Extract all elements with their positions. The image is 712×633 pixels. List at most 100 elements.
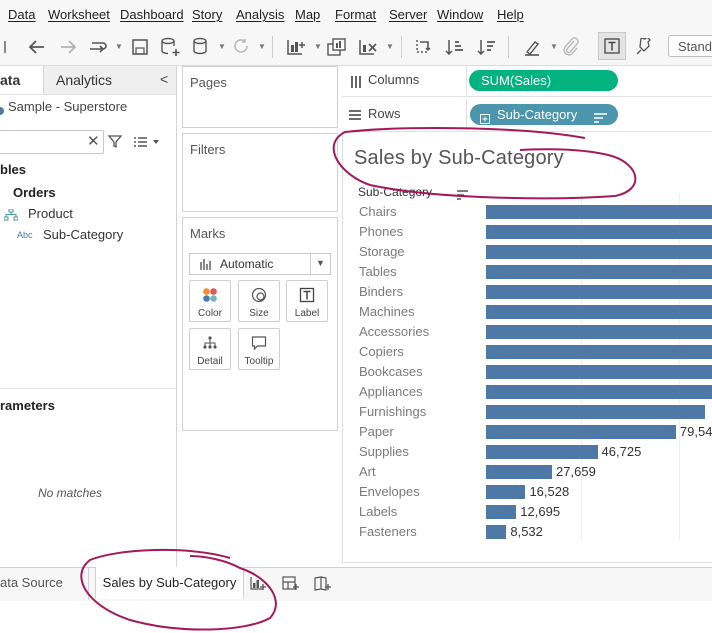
sort-descending-icon[interactable]: [474, 28, 500, 65]
bar-mark[interactable]: [486, 405, 705, 419]
bar-mark[interactable]: [486, 485, 526, 499]
tab-data[interactable]: ata: [0, 66, 44, 94]
chevron-down-icon[interactable]: ▼: [386, 42, 394, 51]
bar-mark[interactable]: [486, 365, 712, 379]
new-dashboard-icon[interactable]: [282, 576, 300, 597]
bar-mark[interactable]: [486, 345, 712, 359]
category-label[interactable]: Chairs: [359, 204, 397, 219]
expand-icon[interactable]: [480, 109, 490, 130]
field-sub-category[interactable]: Sub-Category: [43, 227, 123, 242]
new-data-source-icon[interactable]: [158, 28, 184, 65]
bar-mark[interactable]: [486, 445, 598, 459]
bar-mark[interactable]: [486, 245, 712, 259]
menu-worksheet[interactable]: Worksheet: [48, 7, 110, 22]
new-worksheet-icon[interactable]: [283, 28, 309, 65]
detail-button[interactable]: Detail: [189, 328, 231, 370]
view-options-icon[interactable]: [133, 135, 161, 153]
category-label[interactable]: Machines: [359, 304, 415, 319]
view-title[interactable]: Sales by Sub-Category: [354, 147, 564, 170]
bar-mark[interactable]: [486, 465, 553, 479]
category-label[interactable]: Phones: [359, 224, 403, 239]
chevron-down-icon[interactable]: ▼: [258, 42, 266, 51]
save-icon[interactable]: [128, 28, 152, 65]
category-label[interactable]: Bookcases: [359, 364, 423, 379]
group-members-icon[interactable]: [558, 28, 584, 65]
bar-mark[interactable]: [486, 205, 712, 219]
pin-axis-icon[interactable]: [632, 28, 656, 65]
filters-card[interactable]: Filters: [182, 133, 338, 212]
bar-mark[interactable]: [486, 505, 517, 519]
menu-server[interactable]: Server: [389, 7, 427, 22]
category-label[interactable]: Copiers: [359, 344, 404, 359]
category-label[interactable]: Storage: [359, 244, 405, 259]
chevron-down-icon[interactable]: ▼: [314, 42, 322, 51]
size-button[interactable]: Size: [238, 280, 280, 322]
label-button[interactable]: Label: [286, 280, 328, 322]
color-button[interactable]: Color: [189, 280, 231, 322]
tab-analytics[interactable]: Analytics: [44, 66, 176, 94]
category-label[interactable]: Fasteners: [359, 524, 417, 539]
menu-story[interactable]: Story: [192, 7, 222, 22]
refresh-icon[interactable]: [229, 28, 253, 65]
category-label[interactable]: Paper: [359, 424, 394, 439]
row-header[interactable]: Sub-Category: [358, 185, 432, 199]
sheet-tab-sales-by-sub-category[interactable]: Sales by Sub-Category: [95, 567, 244, 599]
filter-fields-icon[interactable]: [107, 133, 123, 154]
fit-dropdown[interactable]: Stand: [668, 35, 712, 57]
sub-category-pill[interactable]: Sub-Category: [470, 104, 618, 125]
category-label[interactable]: Envelopes: [359, 484, 420, 499]
bar-mark[interactable]: [486, 225, 712, 239]
menu-data[interactable]: Data: [8, 7, 35, 22]
bar-mark[interactable]: [486, 265, 712, 279]
menu-analysis[interactable]: Analysis: [236, 7, 284, 22]
new-worksheet-icon[interactable]: [249, 576, 267, 597]
duplicate-sheet-icon[interactable]: [324, 28, 350, 65]
bar-mark[interactable]: [486, 325, 712, 339]
menu-format[interactable]: Format: [335, 7, 376, 22]
category-label[interactable]: Accessories: [359, 324, 429, 339]
redo-replay-icon[interactable]: [86, 28, 110, 65]
category-label[interactable]: Tables: [359, 264, 397, 279]
pages-card[interactable]: Pages: [182, 66, 338, 128]
show-mark-labels-icon[interactable]: [598, 32, 626, 60]
rows-shelf[interactable]: Rows Sub-Category: [342, 99, 712, 132]
bar-mark[interactable]: [486, 285, 712, 299]
category-label[interactable]: Labels: [359, 504, 397, 519]
mark-type-dropdown[interactable]: Automatic ▼: [189, 253, 331, 275]
search-field[interactable]: ✕: [0, 130, 104, 154]
pause-updates-icon[interactable]: [190, 28, 214, 65]
menu-dashboard[interactable]: Dashboard: [120, 7, 184, 22]
chevron-down-icon[interactable]: ▼: [115, 42, 123, 51]
sort-ascending-icon[interactable]: [442, 28, 468, 65]
menu-help[interactable]: Help: [497, 7, 524, 22]
highlight-icon[interactable]: [520, 28, 546, 65]
clear-sheet-icon[interactable]: [355, 28, 381, 65]
forward-icon[interactable]: [55, 28, 81, 65]
chevron-down-icon[interactable]: ▼: [218, 42, 226, 51]
clear-search-icon[interactable]: ✕: [87, 132, 100, 150]
bar-mark[interactable]: [486, 305, 712, 319]
collapse-pane-icon[interactable]: <: [160, 71, 168, 87]
category-label[interactable]: Binders: [359, 284, 403, 299]
swap-rows-columns-icon[interactable]: [410, 28, 436, 65]
bar-mark[interactable]: [486, 425, 676, 439]
sort-icon[interactable]: [457, 187, 468, 205]
table-orders[interactable]: Orders: [13, 185, 56, 200]
menu-map[interactable]: Map: [295, 7, 320, 22]
back-icon[interactable]: [24, 28, 50, 65]
chevron-down-icon[interactable]: ▼: [550, 42, 558, 51]
category-label[interactable]: Art: [359, 464, 376, 479]
bar-mark[interactable]: [486, 385, 712, 399]
sum-sales-pill[interactable]: SUM(Sales): [469, 70, 618, 91]
tooltip-button[interactable]: Tooltip: [238, 328, 280, 370]
category-label[interactable]: Supplies: [359, 444, 409, 459]
menu-window[interactable]: Window: [437, 7, 483, 22]
category-label[interactable]: Appliances: [359, 384, 423, 399]
columns-shelf[interactable]: Columns SUM(Sales): [342, 66, 712, 97]
category-label[interactable]: Furnishings: [359, 404, 426, 419]
data-source-tab[interactable]: ata Source: [0, 575, 63, 590]
new-story-icon[interactable]: [314, 576, 332, 597]
data-source-name[interactable]: Sample - Superstore: [8, 99, 127, 114]
bar-mark[interactable]: [486, 525, 507, 539]
field-product[interactable]: Product: [28, 206, 73, 221]
